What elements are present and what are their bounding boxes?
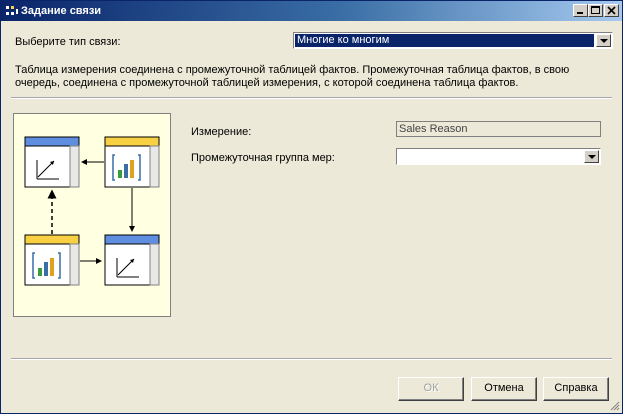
- dimension-field: Sales Reason: [396, 121, 601, 137]
- ok-button[interactable]: ОК: [398, 377, 464, 401]
- intermediate-group-select[interactable]: [396, 148, 601, 165]
- minimize-button[interactable]: [573, 4, 588, 17]
- close-button[interactable]: [604, 4, 619, 17]
- help-button[interactable]: Справка: [543, 377, 609, 401]
- bottom-divider: [11, 358, 612, 360]
- intermediate-group-label: Промежуточная группа мер:: [191, 152, 335, 164]
- dimension-label: Измерение:: [191, 126, 252, 138]
- title-bar[interactable]: Задание связи: [1, 1, 622, 21]
- relationship-type-select[interactable]: Многие ко многим: [293, 32, 613, 49]
- window-title: Задание связи: [21, 5, 102, 17]
- maximize-button[interactable]: [588, 4, 603, 17]
- relationship-description: Таблица измерения соединена с промежуточ…: [15, 64, 570, 89]
- relationship-type-value: Многие ко многим: [295, 34, 594, 47]
- intermediate-dimension-table-icon: [104, 234, 160, 286]
- cancel-button[interactable]: Отмена: [471, 377, 537, 401]
- resize-grip-icon[interactable]: [610, 401, 620, 411]
- relationship-type-label: Выберите тип связи:: [15, 36, 121, 48]
- minimize-icon: [577, 12, 583, 14]
- intermediate-fact-table-icon: [24, 234, 80, 286]
- chevron-down-icon[interactable]: [596, 34, 611, 47]
- many-to-many-diagram-illustration: [24, 136, 160, 286]
- close-icon: [607, 6, 616, 15]
- dialog-window: Задание связи Выберите тип связи: Многие…: [0, 0, 623, 414]
- maximize-icon: [591, 6, 600, 14]
- relationship-icon: [6, 6, 18, 15]
- dimension-value: Sales Reason: [399, 123, 468, 135]
- chevron-down-icon[interactable]: [584, 150, 599, 163]
- relationship-diagram: [13, 113, 171, 317]
- fact-table-icon: [104, 136, 160, 188]
- top-divider: [11, 97, 612, 99]
- dimension-table-icon: [24, 136, 80, 188]
